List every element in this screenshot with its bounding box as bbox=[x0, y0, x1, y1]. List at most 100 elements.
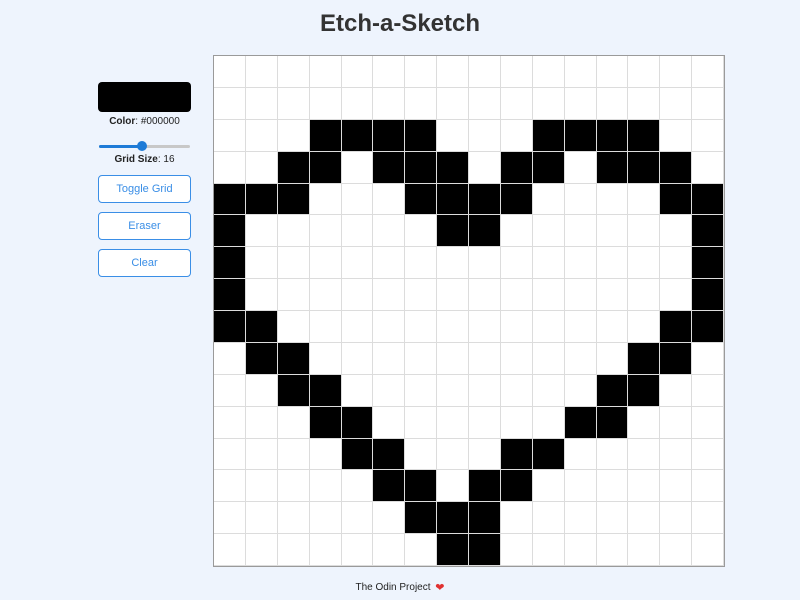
grid-cell[interactable] bbox=[596, 183, 629, 216]
grid-cell[interactable] bbox=[628, 215, 661, 248]
grid-cell[interactable] bbox=[437, 87, 469, 120]
grid-cell[interactable] bbox=[692, 374, 724, 407]
grid-cell[interactable] bbox=[596, 311, 629, 343]
grid-cell[interactable] bbox=[245, 56, 278, 88]
grid-cell[interactable] bbox=[660, 151, 693, 184]
grid-cell[interactable] bbox=[500, 406, 533, 439]
grid-cell[interactable] bbox=[596, 342, 629, 375]
grid-cell[interactable] bbox=[405, 438, 438, 471]
grid-cell[interactable] bbox=[469, 247, 501, 280]
grid-cell[interactable] bbox=[628, 247, 661, 280]
grid-cell[interactable] bbox=[500, 470, 533, 503]
grid-cell[interactable] bbox=[628, 56, 661, 88]
grid-cell[interactable] bbox=[214, 311, 246, 343]
clear-button[interactable]: Clear bbox=[98, 249, 191, 277]
grid-cell[interactable] bbox=[564, 502, 597, 535]
grid-cell[interactable] bbox=[532, 534, 565, 566]
grid-cell[interactable] bbox=[405, 183, 438, 216]
grid-cell[interactable] bbox=[660, 534, 693, 566]
grid-cell[interactable] bbox=[596, 151, 629, 184]
grid-cell[interactable] bbox=[660, 406, 693, 439]
grid-cell[interactable] bbox=[564, 279, 597, 311]
grid-cell[interactable] bbox=[660, 56, 693, 88]
grid-cell[interactable] bbox=[532, 438, 565, 471]
grid-cell[interactable] bbox=[341, 183, 374, 216]
grid-cell[interactable] bbox=[532, 56, 565, 88]
grid-cell[interactable] bbox=[692, 311, 724, 343]
grid-cell[interactable] bbox=[277, 183, 310, 216]
grid-cell[interactable] bbox=[405, 151, 438, 184]
grid-cell[interactable] bbox=[341, 374, 374, 407]
grid-cell[interactable] bbox=[309, 247, 342, 280]
grid-cell[interactable] bbox=[596, 119, 629, 152]
grid-cell[interactable] bbox=[341, 247, 374, 280]
grid-cell[interactable] bbox=[564, 342, 597, 375]
grid-cell[interactable] bbox=[341, 215, 374, 248]
grid-cell[interactable] bbox=[437, 438, 469, 471]
grid-cell[interactable] bbox=[373, 119, 406, 152]
grid-cell[interactable] bbox=[469, 119, 501, 152]
grid-cell[interactable] bbox=[532, 247, 565, 280]
grid-cell[interactable] bbox=[692, 215, 724, 248]
grid-cell[interactable] bbox=[277, 151, 310, 184]
grid-cell[interactable] bbox=[437, 502, 469, 535]
grid-cell[interactable] bbox=[596, 247, 629, 280]
grid-cell[interactable] bbox=[596, 502, 629, 535]
grid-cell[interactable] bbox=[373, 151, 406, 184]
grid-cell[interactable] bbox=[309, 502, 342, 535]
grid-cell[interactable] bbox=[373, 342, 406, 375]
grid-cell[interactable] bbox=[214, 406, 246, 439]
grid-cell[interactable] bbox=[373, 183, 406, 216]
grid-cell[interactable] bbox=[277, 56, 310, 88]
grid-cell[interactable] bbox=[692, 183, 724, 216]
grid-cell[interactable] bbox=[500, 56, 533, 88]
grid-cell[interactable] bbox=[532, 470, 565, 503]
grid-cell[interactable] bbox=[660, 247, 693, 280]
grid-cell[interactable] bbox=[341, 279, 374, 311]
grid-cell[interactable] bbox=[469, 502, 501, 535]
grid-cell[interactable] bbox=[469, 374, 501, 407]
grid-cell[interactable] bbox=[245, 374, 278, 407]
grid-cell[interactable] bbox=[628, 311, 661, 343]
grid-cell[interactable] bbox=[373, 406, 406, 439]
grid-cell[interactable] bbox=[628, 534, 661, 566]
grid-cell[interactable] bbox=[564, 406, 597, 439]
grid-cell[interactable] bbox=[214, 279, 246, 311]
grid-cell[interactable] bbox=[692, 119, 724, 152]
grid-cell[interactable] bbox=[405, 406, 438, 439]
grid-cell[interactable] bbox=[245, 87, 278, 120]
grid-cell[interactable] bbox=[245, 215, 278, 248]
grid-cell[interactable] bbox=[245, 119, 278, 152]
grid-cell[interactable] bbox=[245, 438, 278, 471]
grid-cell[interactable] bbox=[564, 374, 597, 407]
grid-cell[interactable] bbox=[405, 119, 438, 152]
grid-cell[interactable] bbox=[500, 279, 533, 311]
grid-cell[interactable] bbox=[341, 119, 374, 152]
grid-cell[interactable] bbox=[660, 342, 693, 375]
grid-cell[interactable] bbox=[469, 311, 501, 343]
grid-cell[interactable] bbox=[660, 87, 693, 120]
grid-cell[interactable] bbox=[214, 438, 246, 471]
grid-cell[interactable] bbox=[596, 87, 629, 120]
grid-cell[interactable] bbox=[277, 247, 310, 280]
grid-cell[interactable] bbox=[660, 438, 693, 471]
grid-cell[interactable] bbox=[245, 151, 278, 184]
eraser-button[interactable]: Eraser bbox=[98, 212, 191, 240]
grid-cell[interactable] bbox=[309, 374, 342, 407]
grid-cell[interactable] bbox=[469, 406, 501, 439]
grid-cell[interactable] bbox=[245, 470, 278, 503]
grid-cell[interactable] bbox=[532, 502, 565, 535]
grid-cell[interactable] bbox=[214, 151, 246, 184]
grid-cell[interactable] bbox=[277, 438, 310, 471]
grid-cell[interactable] bbox=[596, 438, 629, 471]
grid-cell[interactable] bbox=[469, 56, 501, 88]
grid-cell[interactable] bbox=[309, 534, 342, 566]
grid-cell[interactable] bbox=[500, 534, 533, 566]
grid-cell[interactable] bbox=[245, 534, 278, 566]
grid-cell[interactable] bbox=[628, 406, 661, 439]
grid-cell[interactable] bbox=[341, 87, 374, 120]
color-picker-swatch[interactable] bbox=[98, 82, 191, 112]
grid-cell[interactable] bbox=[500, 183, 533, 216]
grid-cell[interactable] bbox=[405, 247, 438, 280]
grid-cell[interactable] bbox=[341, 311, 374, 343]
